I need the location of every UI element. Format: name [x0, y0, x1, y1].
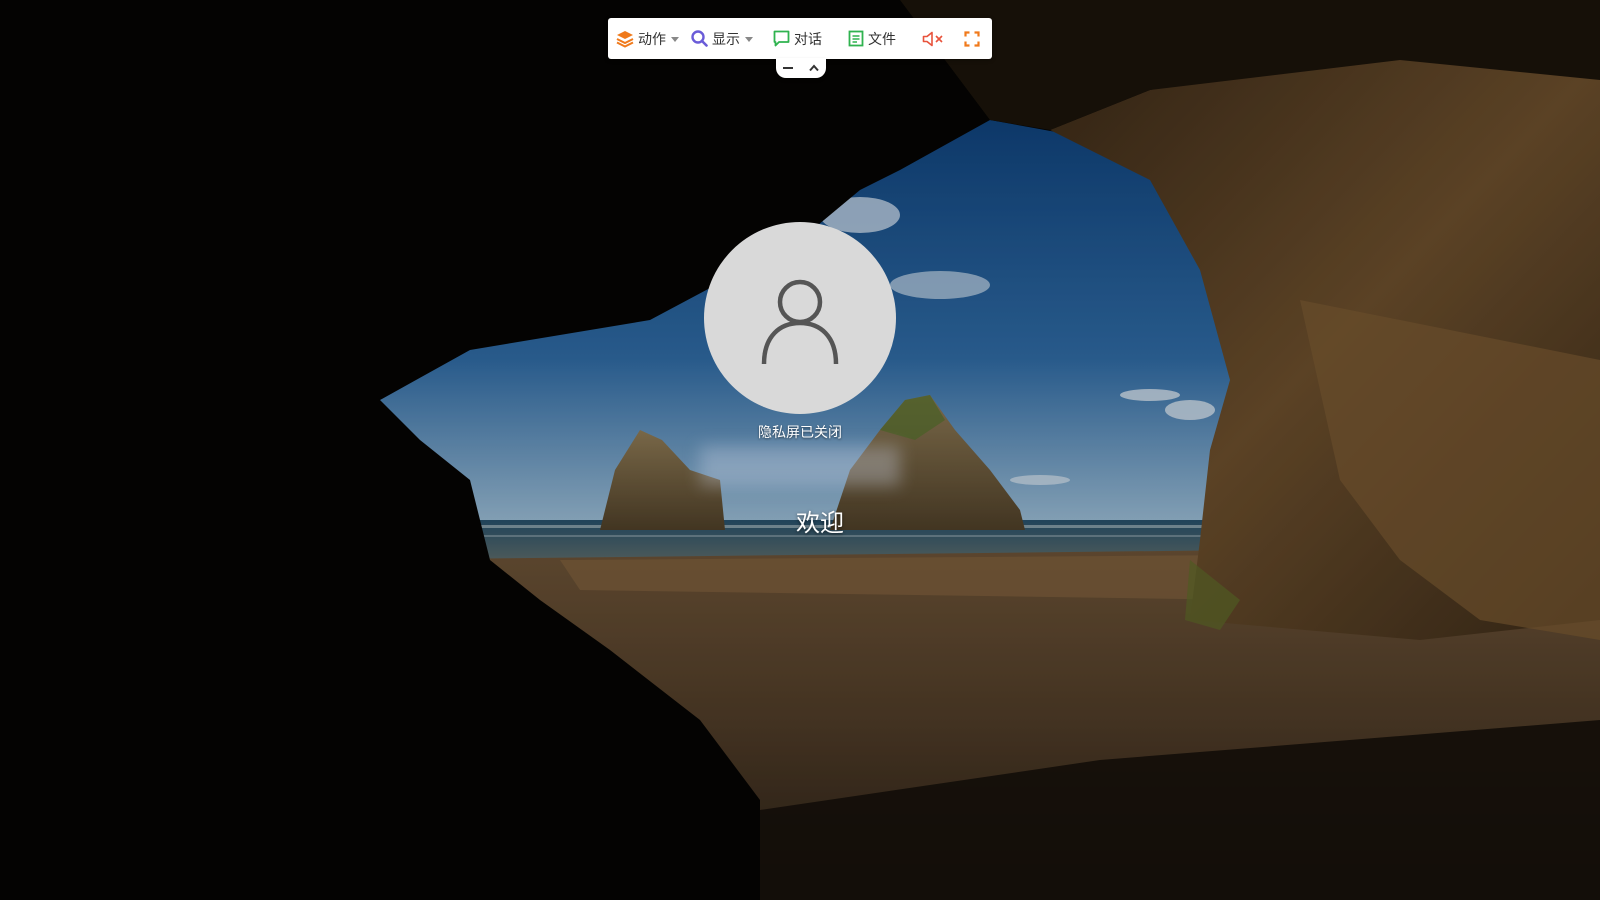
- files-button[interactable]: 文件: [848, 18, 896, 59]
- chat-bubble-icon: [773, 30, 790, 47]
- minus-icon[interactable]: [782, 59, 794, 78]
- fullscreen-button[interactable]: [964, 18, 980, 59]
- toolbar-handle: [776, 58, 826, 78]
- magnifier-icon: [691, 30, 708, 47]
- mute-button[interactable]: [922, 18, 944, 59]
- user-icon: [750, 266, 850, 370]
- remote-toolbar: 动作 显示 对话 文件: [608, 18, 992, 59]
- user-avatar[interactable]: [704, 222, 896, 414]
- chat-label: 对话: [794, 31, 822, 48]
- privacy-screen-status: 隐私屏已关闭: [758, 425, 842, 441]
- chevron-up-icon[interactable]: [808, 59, 820, 78]
- username-redacted: [700, 446, 900, 486]
- chevron-down-icon: [671, 36, 679, 42]
- display-label: 显示: [712, 31, 740, 48]
- actions-menu[interactable]: 动作: [616, 18, 679, 59]
- speaker-muted-icon: [922, 31, 944, 47]
- layers-icon: [616, 30, 634, 48]
- fullscreen-icon: [964, 30, 980, 47]
- chevron-down-icon: [745, 36, 753, 42]
- files-label: 文件: [868, 31, 896, 48]
- display-menu[interactable]: 显示: [691, 18, 753, 59]
- actions-label: 动作: [638, 31, 666, 48]
- document-icon: [848, 30, 864, 47]
- welcome-text: 欢迎: [796, 509, 844, 537]
- chat-button[interactable]: 对话: [773, 18, 822, 59]
- lock-screen: 动作 显示 对话 文件 隐私屏已关闭 欢迎: [0, 0, 1600, 900]
